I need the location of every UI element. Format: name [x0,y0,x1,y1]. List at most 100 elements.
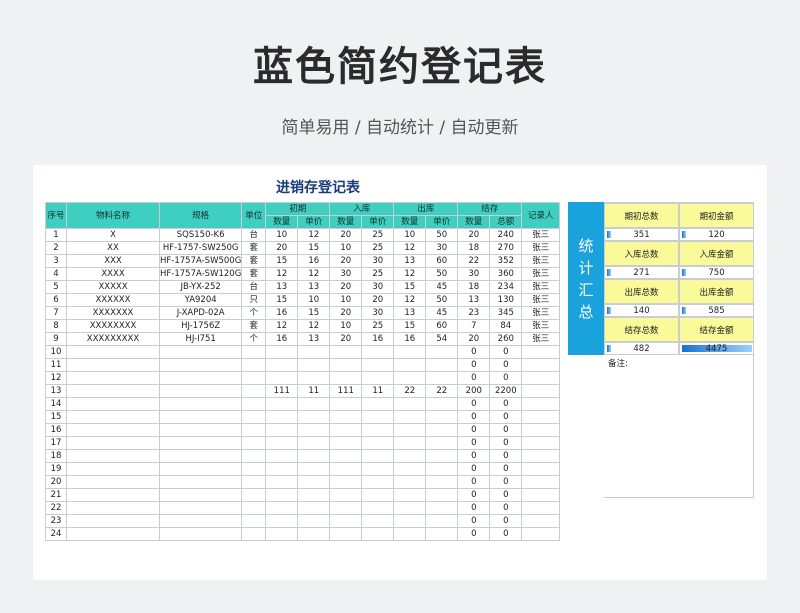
cell-xq[interactable] [393,501,427,515]
cell-bt[interactable]: 130 [489,293,523,307]
cell-xp[interactable]: 50 [425,293,459,307]
cell-spec[interactable]: HF-1757A-SW500G [158,254,243,268]
cell-xq[interactable]: 15 [393,280,427,294]
cell-bq[interactable]: 0 [457,501,491,515]
cell-op[interactable] [297,527,331,541]
cell-ip[interactable] [361,475,395,489]
cell-unit[interactable] [241,462,267,476]
cell-iq[interactable]: 20 [329,306,363,320]
cell-oq[interactable]: 15 [265,254,299,268]
cell-unit[interactable] [241,501,267,515]
cell-xp[interactable] [425,475,459,489]
cell-oq[interactable]: 13 [265,280,299,294]
cell-rec[interactable] [521,397,561,411]
cell-xq[interactable]: 12 [393,267,427,281]
cell-op[interactable]: 15 [297,241,331,255]
cell-spec[interactable] [158,488,243,502]
cell-xp[interactable] [425,449,459,463]
cell-xp[interactable] [425,501,459,515]
cell-iq[interactable]: 10 [329,293,363,307]
cell-xq[interactable] [393,410,427,424]
cell-rec[interactable]: 张三 [521,280,561,294]
cell-op[interactable]: 13 [297,280,331,294]
cell-xq[interactable] [393,345,427,359]
cell-seq[interactable]: 11 [45,358,67,372]
cell-op[interactable]: 12 [297,267,331,281]
cell-xq[interactable] [393,358,427,372]
cell-xp[interactable]: 50 [425,267,459,281]
cell-iq[interactable]: 111 [329,384,363,398]
cell-bt[interactable]: 234 [489,280,523,294]
cell-iq[interactable] [329,449,363,463]
cell-iq[interactable] [329,371,363,385]
cell-ip[interactable] [361,358,395,372]
cell-bq[interactable]: 18 [457,280,491,294]
cell-spec[interactable] [158,462,243,476]
cell-bt[interactable]: 0 [489,488,523,502]
cell-ip[interactable] [361,449,395,463]
cell-bt[interactable]: 84 [489,319,523,333]
cell-ip[interactable] [361,397,395,411]
cell-oq[interactable]: 16 [265,332,299,346]
cell-ip[interactable] [361,345,395,359]
cell-seq[interactable]: 8 [45,319,67,333]
cell-ip[interactable] [361,514,395,528]
cell-rec[interactable] [521,462,561,476]
cell-bt[interactable]: 0 [489,514,523,528]
cell-seq[interactable]: 7 [45,306,67,320]
cell-xq[interactable]: 13 [393,254,427,268]
cell-bq[interactable]: 0 [457,514,491,528]
cell-name[interactable] [66,514,160,528]
cell-rec[interactable] [521,488,561,502]
cell-spec[interactable]: HJ-1756Z [158,319,243,333]
cell-oq[interactable] [265,501,299,515]
cell-bt[interactable]: 270 [489,241,523,255]
cell-iq[interactable]: 10 [329,319,363,333]
cell-rec[interactable]: 张三 [521,241,561,255]
cell-op[interactable]: 12 [297,228,331,242]
cell-seq[interactable]: 4 [45,267,67,281]
cell-oq[interactable]: 12 [265,267,299,281]
cell-xp[interactable]: 60 [425,319,459,333]
cell-name[interactable] [66,397,160,411]
cell-oq[interactable] [265,475,299,489]
cell-oq[interactable] [265,410,299,424]
cell-seq[interactable]: 15 [45,410,67,424]
cell-bq[interactable]: 22 [457,254,491,268]
cell-xp[interactable] [425,345,459,359]
cell-op[interactable] [297,449,331,463]
cell-xp[interactable] [425,527,459,541]
cell-unit[interactable] [241,475,267,489]
cell-bt[interactable]: 0 [489,423,523,437]
cell-xp[interactable]: 50 [425,228,459,242]
cell-spec[interactable] [158,345,243,359]
cell-bt[interactable]: 345 [489,306,523,320]
cell-iq[interactable] [329,527,363,541]
cell-bq[interactable]: 20 [457,228,491,242]
cell-bq[interactable]: 0 [457,462,491,476]
cell-oq[interactable] [265,462,299,476]
cell-name[interactable] [66,436,160,450]
cell-xp[interactable]: 30 [425,241,459,255]
cell-seq[interactable]: 9 [45,332,67,346]
cell-xq[interactable]: 16 [393,332,427,346]
cell-op[interactable] [297,514,331,528]
cell-rec[interactable] [521,527,561,541]
cell-op[interactable]: 12 [297,319,331,333]
cell-unit[interactable] [241,358,267,372]
cell-op[interactable]: 16 [297,254,331,268]
cell-name[interactable] [66,358,160,372]
cell-xp[interactable]: 45 [425,306,459,320]
cell-op[interactable] [297,397,331,411]
cell-spec[interactable]: J-XAPD-02A [158,306,243,320]
cell-unit[interactable] [241,410,267,424]
cell-rec[interactable] [521,345,561,359]
cell-bt[interactable]: 0 [489,410,523,424]
cell-xq[interactable]: 12 [393,293,427,307]
cell-unit[interactable] [241,384,267,398]
cell-bt[interactable]: 0 [489,501,523,515]
cell-spec[interactable] [158,423,243,437]
cell-seq[interactable]: 1 [45,228,67,242]
cell-bq[interactable]: 0 [457,410,491,424]
cell-unit[interactable]: 只 [241,293,267,307]
